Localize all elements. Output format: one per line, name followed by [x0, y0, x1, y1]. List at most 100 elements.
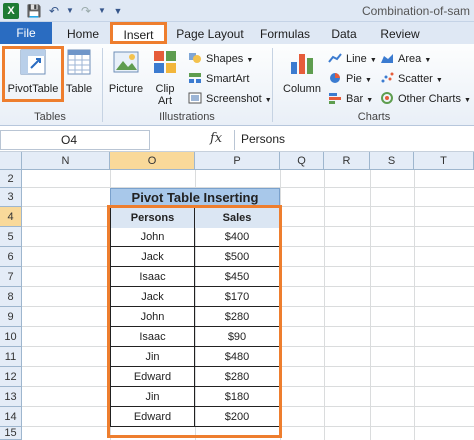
picture-button[interactable]: Picture: [106, 48, 146, 95]
row-header[interactable]: 9: [0, 307, 22, 327]
area-chart-button[interactable]: Area ▼: [380, 50, 431, 68]
column-chart-button[interactable]: Column: [278, 48, 326, 95]
clip-art-label-line2: Art: [157, 95, 173, 107]
row-header[interactable]: 4: [0, 207, 22, 227]
picture-label: Picture: [108, 83, 144, 95]
table-label: Table: [65, 83, 93, 95]
other-charts-label: Other Charts: [398, 93, 461, 105]
row-header[interactable]: 8: [0, 287, 22, 307]
scatter-chart-button[interactable]: Scatter ▼: [380, 70, 443, 88]
tab-file[interactable]: File: [0, 22, 52, 44]
area-chart-label: Area: [398, 53, 422, 65]
bar-chart-icon: [329, 93, 341, 104]
smartart-label: SmartArt: [206, 73, 250, 85]
tab-formulas[interactable]: Formulas: [256, 24, 314, 44]
grid-line: [370, 170, 371, 440]
clip-art-button[interactable]: Clip Art: [150, 48, 180, 107]
document-title: Combination-of-sam: [361, 4, 470, 18]
screenshot-icon: [188, 92, 202, 104]
group-separator: [102, 48, 103, 122]
column-header[interactable]: Q: [280, 152, 324, 170]
screenshot-dropdown-icon: ▼: [264, 97, 272, 104]
row-header[interactable]: 7: [0, 267, 22, 287]
smartart-button[interactable]: SmartArt: [188, 70, 249, 88]
bar-chart-button[interactable]: Bar ▼: [328, 90, 373, 108]
redo-icon[interactable]: ↷: [78, 3, 94, 19]
table-icon: [67, 49, 91, 75]
save-icon[interactable]: 💾: [26, 3, 42, 19]
row-header[interactable]: 10: [0, 327, 22, 347]
other-charts-icon: [381, 92, 393, 104]
screenshot-label: Screenshot: [206, 93, 262, 105]
charts-group-label: Charts: [357, 111, 391, 123]
row-header[interactable]: 14: [0, 407, 22, 427]
pie-chart-icon: [330, 73, 340, 83]
line-dropdown-icon: ▼: [369, 57, 377, 64]
column-header[interactable]: P: [195, 152, 280, 170]
tab-review[interactable]: Review: [374, 24, 426, 44]
row-header[interactable]: 15: [0, 427, 22, 440]
pie-chart-label: Pie: [346, 73, 362, 85]
tab-insert[interactable]: Insert: [111, 24, 166, 44]
title-bar: X 💾 ↶ ▼ ↷ ▼ ▼ Combination-of-sam: [0, 0, 474, 22]
picture-icon: [113, 51, 139, 73]
column-header[interactable]: T: [414, 152, 474, 170]
fx-icon[interactable]: fx: [210, 131, 222, 146]
tables-group-label: Tables: [34, 111, 66, 123]
table-button[interactable]: Table: [64, 48, 94, 95]
clip-art-label-line1: Clip: [155, 83, 175, 95]
customize-qat-icon[interactable]: ▼: [110, 3, 126, 19]
column-chart-label: Column: [283, 83, 321, 95]
screenshot-button[interactable]: Screenshot ▼: [188, 90, 272, 108]
scatter-dropdown-icon: ▼: [435, 77, 443, 84]
row-header[interactable]: 6: [0, 247, 22, 267]
shapes-button[interactable]: Shapes ▼: [188, 50, 253, 68]
bar-dropdown-icon: ▼: [366, 97, 374, 104]
select-all-corner[interactable]: [0, 152, 22, 170]
shapes-dropdown-icon: ▼: [246, 57, 254, 64]
row-header[interactable]: 12: [0, 367, 22, 387]
row-header[interactable]: 13: [0, 387, 22, 407]
table-range-highlight: [107, 205, 282, 438]
redo-dropdown-icon[interactable]: ▼: [94, 3, 110, 19]
tab-home[interactable]: Home: [62, 24, 104, 44]
tab-data[interactable]: Data: [326, 24, 362, 44]
other-charts-button[interactable]: Other Charts ▼: [380, 90, 471, 108]
formula-input[interactable]: Persons: [234, 130, 474, 150]
shapes-label: Shapes: [206, 53, 244, 65]
excel-logo-icon: X: [3, 3, 19, 19]
name-box[interactable]: O4: [0, 130, 150, 150]
column-chart-icon: [291, 54, 313, 74]
clip-art-icon: [154, 51, 176, 73]
tab-page-layout[interactable]: Page Layout: [174, 24, 246, 44]
other-charts-dropdown-icon: ▼: [464, 97, 471, 104]
line-chart-label: Line: [346, 53, 367, 65]
line-chart-button[interactable]: Line ▼: [328, 50, 377, 68]
undo-dropdown-icon[interactable]: ▼: [62, 3, 78, 19]
pie-chart-button[interactable]: Pie ▼: [328, 70, 372, 88]
line-chart-icon: [328, 53, 342, 63]
row-header[interactable]: 5: [0, 227, 22, 247]
grid-line: [414, 170, 415, 440]
row-header[interactable]: 2: [0, 170, 22, 188]
formula-bar: O4 fx Persons: [0, 128, 474, 152]
column-header[interactable]: R: [324, 152, 370, 170]
scatter-chart-label: Scatter: [398, 73, 433, 85]
clip-art-label: Clip Art: [150, 83, 180, 107]
column-header[interactable]: O: [110, 152, 195, 170]
ribbon-tabs: File Home Insert Page Layout Formulas Da…: [0, 22, 474, 44]
illustrations-group-label: Illustrations: [159, 111, 215, 123]
row-header[interactable]: 11: [0, 347, 22, 367]
row-header[interactable]: 3: [0, 188, 22, 207]
area-dropdown-icon: ▼: [424, 57, 432, 64]
pivottable-highlight: [2, 46, 64, 102]
grid-line: [324, 170, 325, 440]
shapes-icon: [189, 53, 201, 63]
ribbon-body: PivotTable Table Tables Picture Clip Art: [0, 44, 474, 126]
group-separator: [272, 48, 273, 122]
column-header[interactable]: S: [370, 152, 414, 170]
bar-chart-label: Bar: [346, 93, 364, 105]
pie-dropdown-icon: ▼: [364, 77, 372, 84]
column-header[interactable]: N: [22, 152, 110, 170]
undo-icon[interactable]: ↶: [46, 3, 62, 19]
